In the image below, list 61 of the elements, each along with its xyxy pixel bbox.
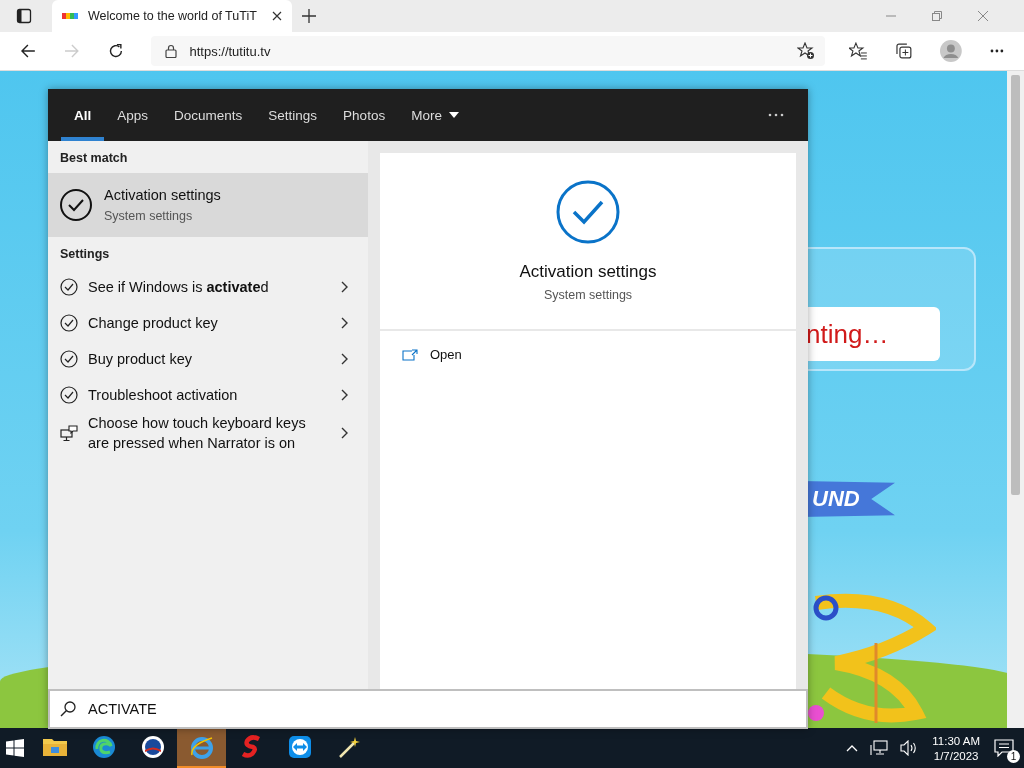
add-favorite-icon[interactable] xyxy=(796,42,815,60)
close-icon[interactable] xyxy=(272,11,282,21)
windows-start-icon[interactable] xyxy=(6,739,24,757)
address-field[interactable]: https://tutitu.tv xyxy=(151,36,825,66)
chevron-right-icon xyxy=(341,353,348,365)
site-logo-icon xyxy=(62,12,78,20)
section-heading: Settings xyxy=(59,246,111,263)
refresh-icon[interactable] xyxy=(107,43,124,59)
favorites-icon[interactable] xyxy=(848,42,867,60)
search-field[interactable]: ACTIVATE xyxy=(48,689,808,729)
chevron-right-icon xyxy=(341,389,348,401)
check-circle-icon xyxy=(60,314,78,332)
more-options-icon[interactable] xyxy=(768,113,784,117)
search-filter-tab[interactable]: Settings xyxy=(255,89,331,141)
network-icon[interactable] xyxy=(870,740,889,756)
search-result[interactable]: See if Windows is activated xyxy=(48,269,368,305)
search-result[interactable]: Troubleshoot activation xyxy=(48,377,368,413)
result-subtitle: System settings xyxy=(104,209,194,223)
search-filter-tab[interactable]: Apps xyxy=(104,89,162,141)
more-options-icon[interactable] xyxy=(990,49,1004,53)
speaker-icon[interactable] xyxy=(900,740,919,756)
restore-icon[interactable] xyxy=(932,11,942,21)
result-title: Activation settings xyxy=(104,187,221,203)
check-circle-icon xyxy=(556,180,620,244)
double-arrow-logo-icon xyxy=(287,735,312,759)
caret-icon xyxy=(448,112,459,118)
search-icon xyxy=(60,701,76,717)
swirl-logo-icon xyxy=(91,735,116,759)
detail-subtitle: System settings xyxy=(543,288,633,302)
check-circle-icon xyxy=(60,189,92,221)
chevron-right-icon xyxy=(341,427,348,439)
profile-avatar-icon[interactable] xyxy=(940,40,963,62)
check-circle-icon xyxy=(60,350,78,368)
browser-tab[interactable]: Welcome to the world of TuTiT xyxy=(52,0,292,32)
monitor-speech-icon xyxy=(60,424,78,442)
new-tab-icon[interactable] xyxy=(302,9,316,23)
search-result[interactable]: Change product key xyxy=(48,305,368,341)
lock-icon xyxy=(165,44,178,58)
letter-e-logo-icon xyxy=(189,735,214,759)
search-result[interactable]: Buy product key xyxy=(48,341,368,377)
tab-actions-icon[interactable] xyxy=(16,8,32,24)
clock[interactable]: 11:30 AM 1/7/2023 xyxy=(932,734,980,762)
check-circle-icon xyxy=(60,386,78,404)
search-result[interactable]: Choose how touch keyboard keys are pressed when Narrator is on xyxy=(48,413,368,453)
chevron-up-icon[interactable] xyxy=(846,744,859,752)
collections-icon[interactable] xyxy=(894,42,913,60)
search-filter-tab[interactable]: More xyxy=(398,89,472,141)
search-filter-tab[interactable]: Photos xyxy=(330,89,399,141)
scrollbar[interactable] xyxy=(1007,71,1024,728)
check-circle-icon xyxy=(60,278,78,296)
round-logo-icon xyxy=(140,735,165,759)
best-match-result[interactable]: Activation settings System settings xyxy=(48,173,368,237)
search-filter-tab[interactable]: Documents xyxy=(161,89,256,141)
chevron-right-icon xyxy=(341,281,348,293)
chevron-right-icon xyxy=(341,317,348,329)
notification-count: 1 xyxy=(1007,750,1020,763)
open-external-icon xyxy=(402,348,418,361)
folder-icon xyxy=(42,737,67,757)
detail-title: Activation settings xyxy=(519,262,657,282)
back-arrow-icon[interactable] xyxy=(20,43,36,59)
section-heading: Best match xyxy=(59,150,129,167)
